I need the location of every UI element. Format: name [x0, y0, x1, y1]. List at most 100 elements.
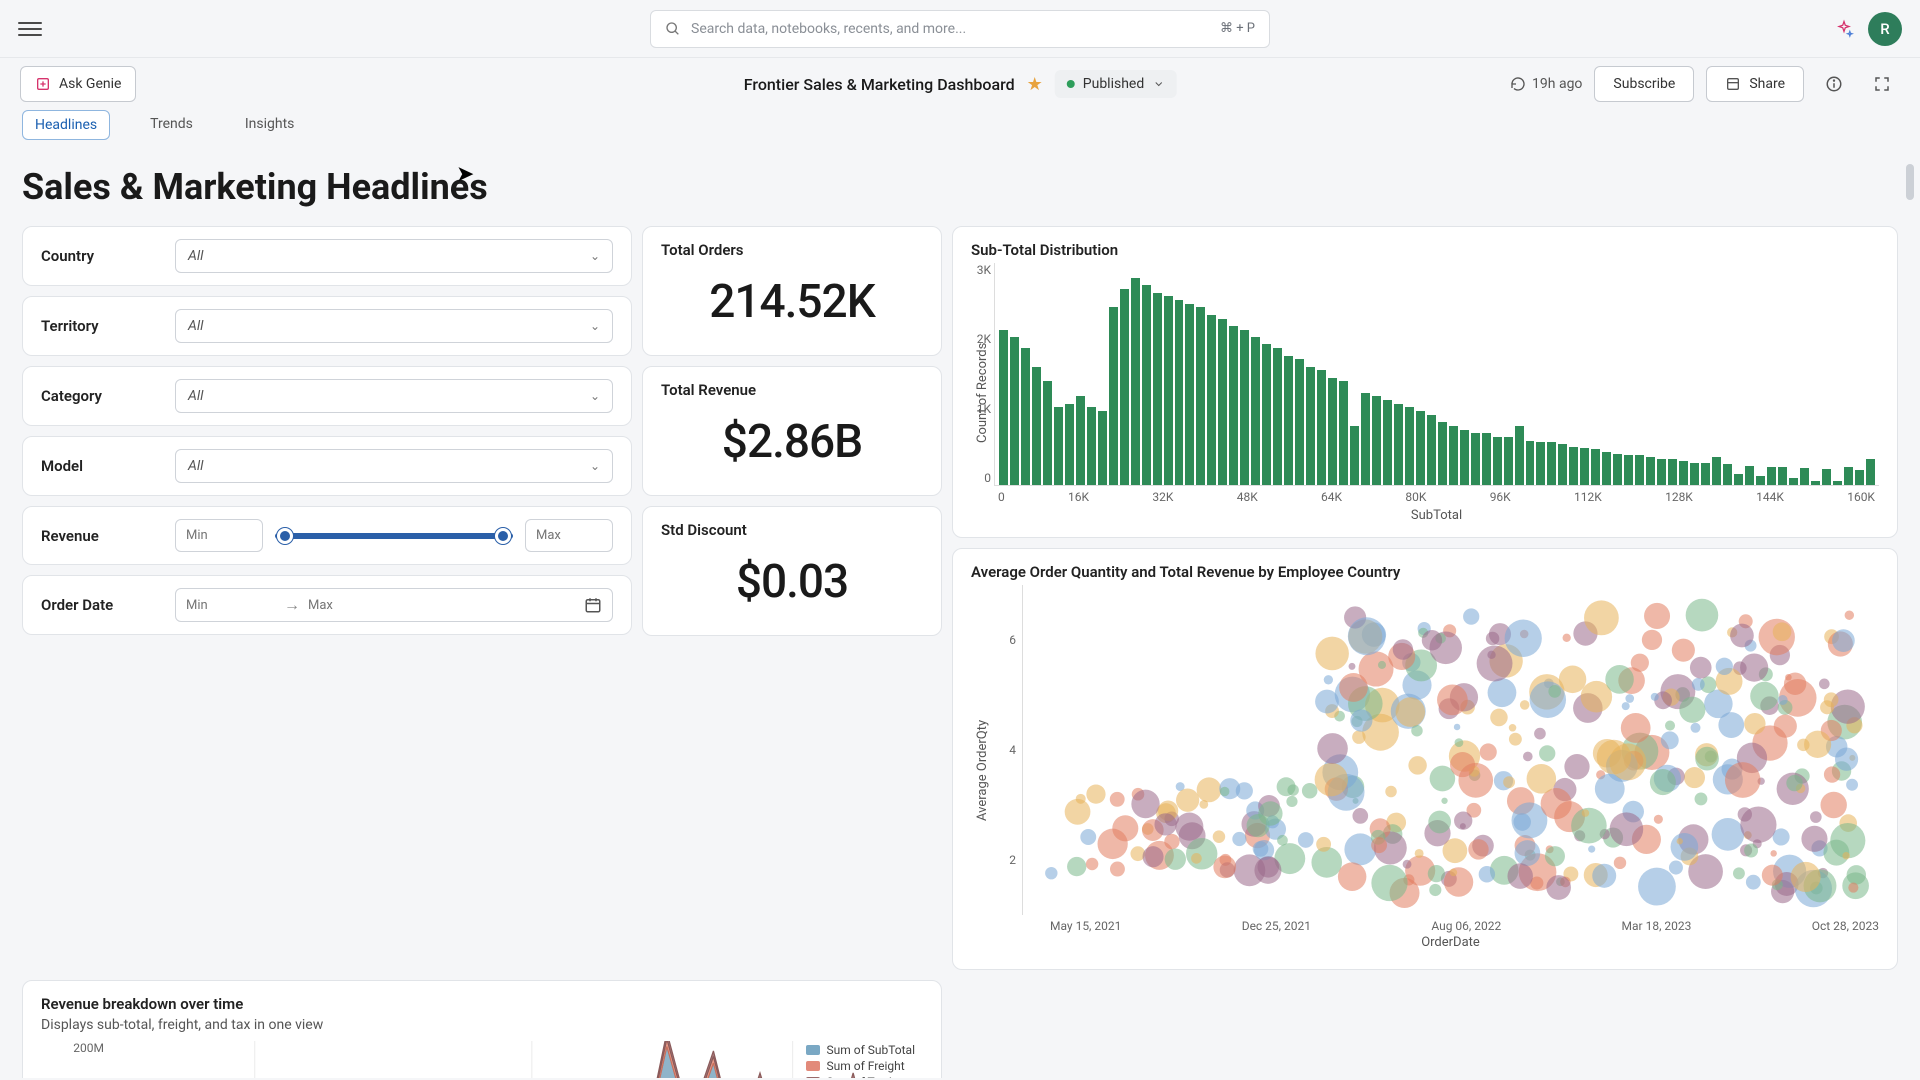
tick: 80K [1405, 490, 1426, 504]
published-label: Published [1083, 76, 1144, 92]
tab-trends[interactable]: Trends [138, 110, 205, 140]
bottom-row: Revenue breakdown over time Displays sub… [22, 980, 1898, 1078]
order-date-range[interactable]: → [175, 588, 613, 622]
y-ticks: 200M 100M 0 [64, 1041, 104, 1078]
tick: 2 [994, 853, 1016, 867]
slider-thumb-max[interactable] [495, 528, 511, 544]
country-dropdown[interactable]: All⌄ [175, 239, 613, 273]
legend-swatch-icon [806, 1061, 820, 1071]
x-axis-label: OrderDate [1022, 935, 1879, 950]
tick: 64K [1321, 490, 1342, 504]
filter-label: Revenue [41, 527, 161, 545]
histogram-bar [1065, 404, 1074, 485]
star-icon[interactable]: ★ [1027, 74, 1043, 95]
search-shortcut: ⌘ + P [1220, 21, 1255, 36]
tab-insights[interactable]: Insights [233, 110, 307, 140]
tabs: Headlines Trends Insights [0, 110, 1920, 154]
tick: Oct 28, 2023 [1812, 919, 1879, 933]
kpi-label: Total Orders [661, 241, 923, 259]
revenue-max-input[interactable] [525, 519, 613, 552]
histogram-bar [1229, 326, 1238, 485]
area-wrap: Values 200M 100M 0 Sum of SubTotal Sum o… [41, 1041, 923, 1078]
legend-item: Sum of SubTotal [806, 1043, 915, 1057]
histogram-bar [1109, 307, 1118, 485]
histogram-bar [1153, 293, 1162, 485]
kpi-label: Total Revenue [661, 381, 923, 399]
kpi-label: Std Discount [661, 521, 923, 539]
histogram-bar [1317, 370, 1326, 485]
histogram-bar [1866, 459, 1875, 485]
title-wrap: Frontier Sales & Marketing Dashboard ★ P… [744, 70, 1177, 98]
tick: May 15, 2021 [1050, 919, 1121, 933]
histogram-bar [1668, 459, 1677, 485]
chevron-down-icon [1152, 78, 1164, 90]
histogram-bar [1339, 381, 1348, 485]
histogram-bar [1657, 459, 1666, 485]
refresh-status[interactable]: 19h ago [1510, 76, 1582, 92]
kpi-std-discount: Std Discount $0.03 [642, 506, 942, 636]
published-badge[interactable]: Published [1055, 70, 1176, 98]
search-input[interactable] [691, 21, 1210, 37]
legend-label: Sum of TaxAmt [826, 1075, 908, 1078]
date-max-input[interactable] [308, 598, 398, 613]
date-min-input[interactable] [186, 598, 276, 613]
chart-title: Average Order Quantity and Total Revenue… [971, 563, 1879, 581]
search-container: ⌘ + P [650, 10, 1270, 48]
topbar-right: R [1834, 12, 1902, 46]
top-bar: ⌘ + P R [0, 0, 1920, 58]
main-grid: Country All⌄ Territory All⌄ Category All… [22, 226, 1898, 970]
revenue-min-input[interactable] [175, 519, 263, 552]
histogram-bar [1295, 359, 1304, 485]
tick: 32K [1152, 490, 1173, 504]
share-button[interactable]: Share [1706, 66, 1804, 102]
sparkle-icon[interactable] [1834, 19, 1854, 39]
x-ticks: 0 16K 32K 48K 64K 80K 96K 112K 128K 144K… [994, 486, 1879, 504]
histogram-wrap: Count of Records 3K 2K 1K 0 0 [971, 263, 1879, 523]
info-button[interactable] [1816, 66, 1852, 102]
histogram-bar [1580, 448, 1589, 485]
histogram-bar [1383, 400, 1392, 485]
histogram-bar [1482, 433, 1491, 485]
tab-headlines[interactable]: Headlines [22, 110, 110, 140]
kpi-value: $2.86B [661, 407, 923, 481]
histogram-bar [1778, 467, 1787, 485]
model-dropdown[interactable]: All⌄ [175, 449, 613, 483]
histogram-bar [1800, 468, 1809, 485]
histogram-bar [1767, 467, 1776, 485]
ask-genie-button[interactable]: Ask Genie [20, 66, 136, 102]
search-icon [665, 21, 681, 37]
histogram-bar [1591, 449, 1600, 485]
tick: 128K [1665, 490, 1693, 504]
filters-column: Country All⌄ Territory All⌄ Category All… [22, 226, 632, 970]
chart-title: Sub-Total Distribution [971, 241, 1879, 259]
fullscreen-button[interactable] [1864, 66, 1900, 102]
kpi-value: $0.03 [661, 547, 923, 621]
menu-icon[interactable] [18, 17, 42, 41]
category-dropdown[interactable]: All⌄ [175, 379, 613, 413]
histogram-bar [1131, 278, 1140, 485]
tick: 1K [965, 402, 991, 416]
tick: 3K [965, 263, 991, 277]
calendar-icon[interactable] [584, 596, 602, 614]
search-box[interactable]: ⌘ + P [650, 10, 1270, 48]
avatar[interactable]: R [1868, 12, 1902, 46]
revenue-slider[interactable] [275, 533, 513, 539]
histogram-bar [1098, 411, 1107, 485]
histogram-bar [1087, 407, 1096, 485]
scrollbar-thumb[interactable] [1906, 164, 1914, 200]
histogram-bar [1811, 481, 1820, 485]
histogram-bar [1460, 430, 1469, 486]
histogram-bars: 3K 2K 1K 0 [994, 263, 1879, 486]
subscribe-button[interactable]: Subscribe [1594, 66, 1694, 102]
histogram-bar [1471, 433, 1480, 485]
tick: 160K [1847, 490, 1875, 504]
x-axis-label: SubTotal [994, 508, 1879, 523]
histogram-bar [1043, 381, 1052, 485]
histogram-bar [1120, 289, 1129, 485]
genie-icon [35, 76, 51, 92]
tick: 200M [64, 1041, 104, 1055]
histogram-bar [1185, 304, 1194, 485]
legend-item: Sum of TaxAmt [806, 1075, 915, 1078]
territory-dropdown[interactable]: All⌄ [175, 309, 613, 343]
slider-thumb-min[interactable] [277, 528, 293, 544]
